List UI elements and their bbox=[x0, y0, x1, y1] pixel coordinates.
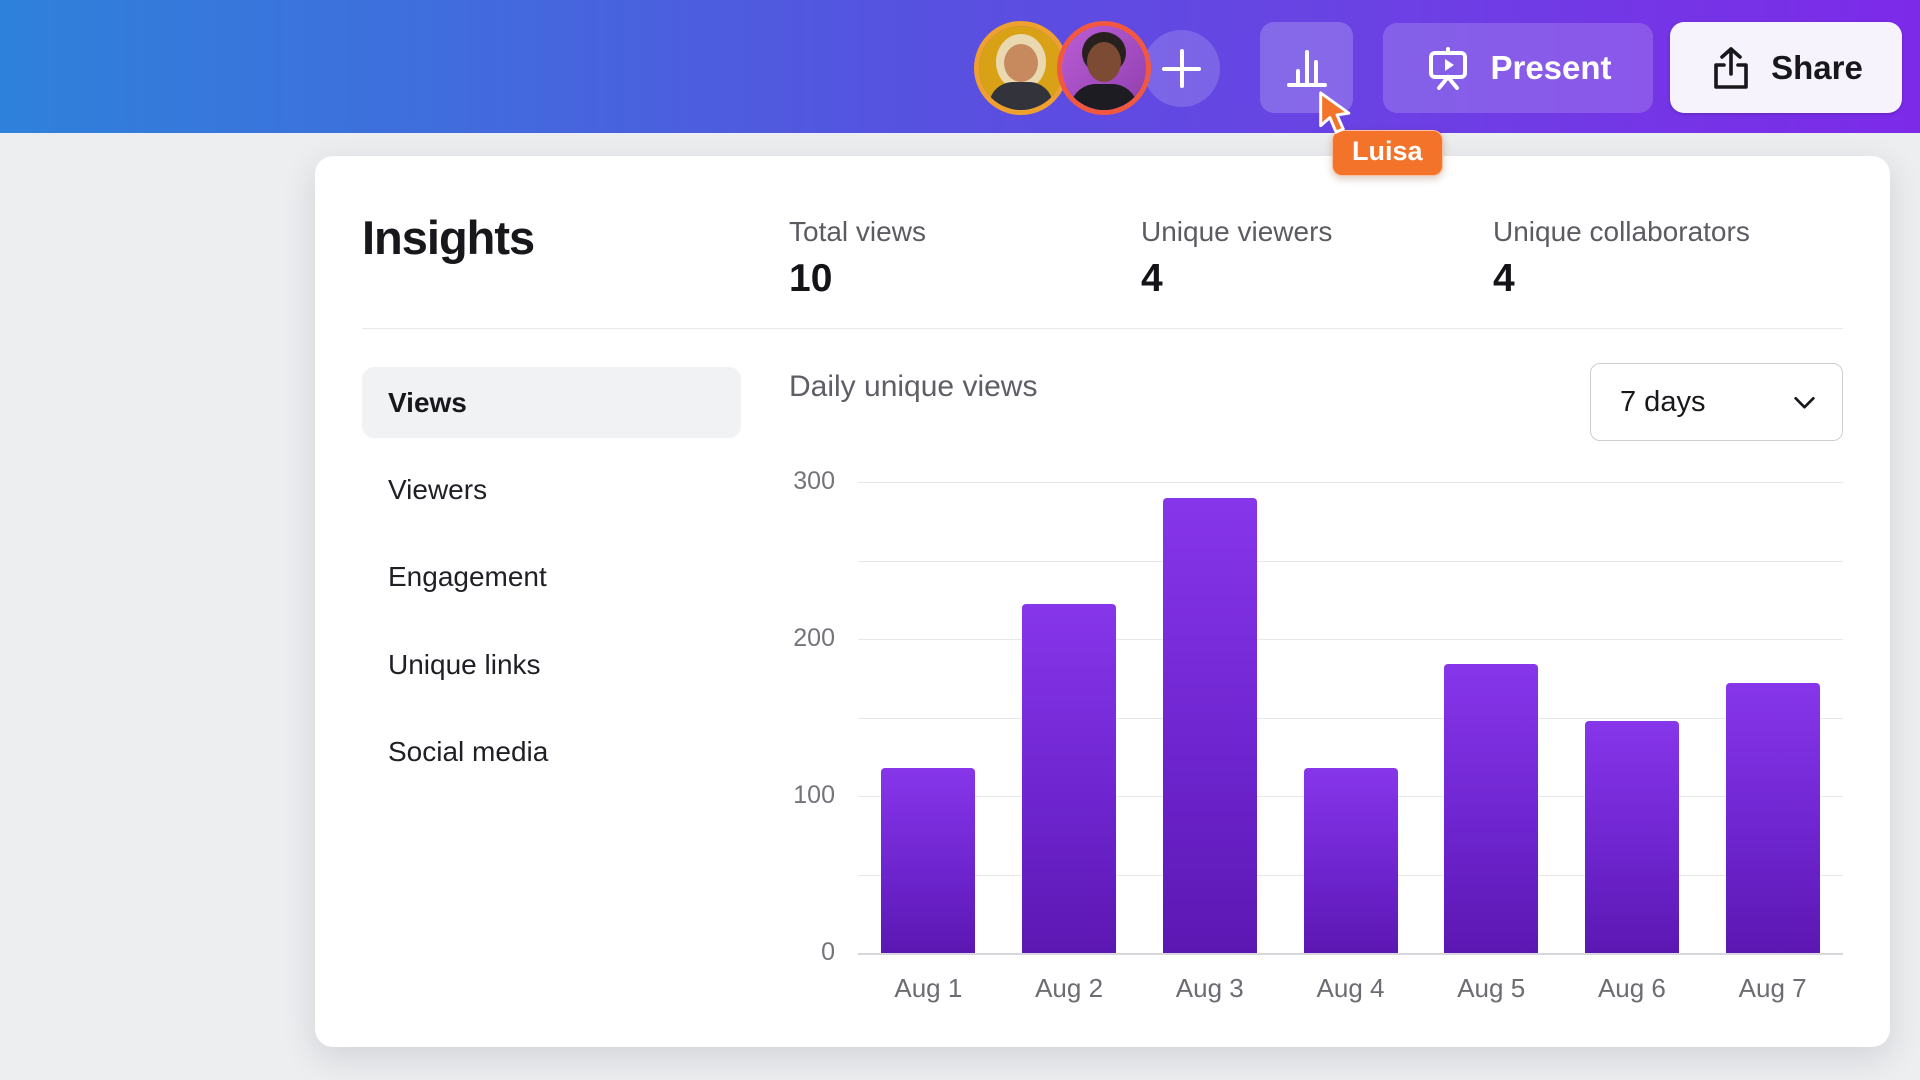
collaborator-cursor-icon bbox=[1316, 90, 1358, 136]
avatar-photo bbox=[1062, 26, 1146, 110]
collaborator-avatar-2[interactable] bbox=[1057, 21, 1151, 115]
gridline bbox=[858, 482, 1843, 483]
x-axis-label: Aug 4 bbox=[1280, 973, 1421, 1004]
share-button-label: Share bbox=[1771, 49, 1863, 87]
chart-title: Daily unique views bbox=[789, 370, 1037, 404]
gridline bbox=[858, 561, 1843, 562]
tab-label: Engagement bbox=[388, 561, 547, 593]
bar-chart-icon bbox=[1282, 43, 1332, 93]
gridline bbox=[858, 796, 1843, 797]
present-icon bbox=[1424, 44, 1472, 92]
gridline bbox=[858, 875, 1843, 876]
insights-panel: Insights Total views 10 Unique viewers 4… bbox=[315, 156, 1890, 1047]
share-button[interactable]: Share bbox=[1670, 22, 1902, 113]
x-axis-label: Aug 6 bbox=[1561, 973, 1702, 1004]
page-title: Insights bbox=[362, 210, 534, 265]
date-range-dropdown[interactable]: 7 days bbox=[1590, 363, 1843, 441]
tab-unique-links[interactable]: Unique links bbox=[362, 629, 741, 700]
stat-total-views: Total views 10 bbox=[789, 216, 926, 301]
date-range-value: 7 days bbox=[1620, 386, 1705, 419]
stat-unique-collaborators: Unique collaborators 4 bbox=[1493, 216, 1750, 301]
gridline bbox=[858, 639, 1843, 640]
tab-label: Social media bbox=[388, 736, 548, 768]
chart-bar-aug-6 bbox=[1585, 721, 1679, 953]
x-axis-line bbox=[858, 953, 1843, 955]
chart-bar-aug-5 bbox=[1444, 664, 1538, 953]
chart-bar-aug-3 bbox=[1163, 498, 1257, 953]
stat-label: Unique collaborators bbox=[1493, 216, 1750, 248]
tab-views[interactable]: Views bbox=[362, 367, 741, 438]
x-axis-label: Aug 1 bbox=[858, 973, 999, 1004]
plus-icon bbox=[1180, 49, 1184, 88]
divider bbox=[362, 328, 1843, 329]
stat-label: Total views bbox=[789, 216, 926, 248]
gridline bbox=[858, 718, 1843, 719]
stat-value: 4 bbox=[1141, 257, 1332, 301]
avatar-photo bbox=[979, 26, 1063, 110]
y-axis-tick: 100 bbox=[735, 781, 835, 810]
present-button-label: Present bbox=[1490, 49, 1611, 87]
chart-bar-aug-4 bbox=[1304, 768, 1398, 953]
stat-value: 4 bbox=[1493, 257, 1750, 301]
x-axis-label: Aug 5 bbox=[1421, 973, 1562, 1004]
share-icon bbox=[1709, 45, 1753, 91]
tab-social-media[interactable]: Social media bbox=[362, 716, 741, 787]
tab-label: Views bbox=[388, 387, 467, 419]
chart-bar-aug-1 bbox=[881, 768, 975, 953]
x-axis-label: Aug 3 bbox=[1139, 973, 1280, 1004]
collaborator-avatar-1[interactable] bbox=[974, 21, 1068, 115]
chevron-down-icon bbox=[1791, 389, 1818, 416]
add-collaborator-button[interactable] bbox=[1143, 30, 1220, 107]
y-axis-tick: 300 bbox=[735, 467, 835, 496]
stat-label: Unique viewers bbox=[1141, 216, 1332, 248]
stat-unique-viewers: Unique viewers 4 bbox=[1141, 216, 1332, 301]
tab-label: Viewers bbox=[388, 474, 487, 506]
top-bar: Present Share bbox=[0, 0, 1920, 133]
tab-viewers[interactable]: Viewers bbox=[362, 454, 741, 525]
chart-bar-aug-7 bbox=[1726, 683, 1820, 953]
tab-label: Unique links bbox=[388, 649, 541, 681]
y-axis-tick: 200 bbox=[735, 624, 835, 653]
present-button[interactable]: Present bbox=[1383, 23, 1653, 113]
tab-engagement[interactable]: Engagement bbox=[362, 541, 741, 612]
canva-editor-screen: Present Share Luisa Insights Total views… bbox=[0, 0, 1920, 1080]
collaborator-name-tooltip: Luisa bbox=[1332, 130, 1443, 176]
x-axis-label: Aug 7 bbox=[1702, 973, 1843, 1004]
stat-value: 10 bbox=[789, 257, 926, 301]
x-axis-label: Aug 2 bbox=[999, 973, 1140, 1004]
chart-bar-aug-2 bbox=[1022, 604, 1116, 953]
y-axis-tick: 0 bbox=[735, 938, 835, 967]
